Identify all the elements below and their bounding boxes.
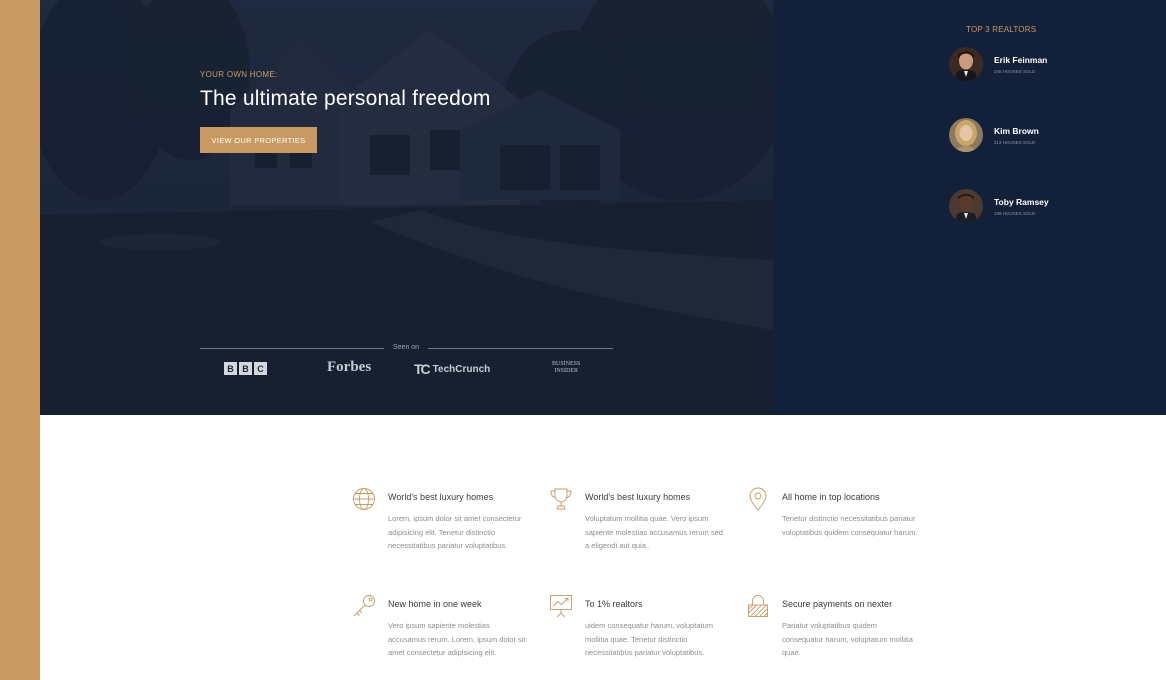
realtor-houses-sold: 212 HOUSES SOLD [994, 139, 1036, 145]
feature-title: All home in top locations [782, 492, 880, 502]
bbc-logo: B B C [224, 362, 267, 375]
realtor-card[interactable]: Kim Brown 212 HOUSES SOLD [949, 118, 1039, 152]
avatar [949, 47, 983, 81]
feature-title: New home in one week [388, 599, 482, 609]
left-accent-strip [0, 0, 40, 680]
feature-description: Vero ipsum sapiente molestias accusamus … [388, 621, 526, 658]
avatar [949, 118, 983, 152]
feature-description: Lorem, ipsum dolor sit amet consectetur … [388, 514, 522, 551]
feature-description: Pariatur voluptatibus quidem consequatur… [782, 621, 913, 658]
realtors-title: TOP 3 REALTORS [966, 25, 1037, 34]
feature-title: Secure payments on nexter [782, 599, 893, 609]
seen-on-divider-right [428, 348, 613, 349]
realtor-houses-sold: 245 HOUSES SOLD [994, 68, 1036, 74]
seen-on-divider-left [200, 348, 384, 349]
realtor-name: Toby Ramsey [994, 196, 1049, 207]
hero-section: YOUR OWN HOME: The ultimate personal fre… [40, 0, 773, 415]
key-icon [353, 595, 375, 617]
map-pin-icon [749, 487, 767, 511]
hero-kicker: YOUR OWN HOME: [200, 70, 278, 79]
feature-title: To 1% realtors [585, 599, 643, 609]
trophy-icon [550, 488, 572, 510]
chart-presentation-icon [550, 595, 572, 618]
techcrunch-logo: TC TechCrunch [414, 361, 490, 377]
forbes-logo: Forbes [327, 359, 372, 375]
seen-on-label: Seen on [393, 344, 420, 351]
view-properties-button[interactable]: VIEW OUR PROPERTIES [200, 127, 317, 153]
business-insider-logo: BUSINESS INSIDER [552, 361, 581, 374]
feature-title: World's best luxury homes [585, 492, 691, 502]
realtor-card[interactable]: Toby Ramsey 198 HOUSES SOLD [949, 189, 1049, 223]
avatar [949, 189, 983, 223]
hero-dark-overlay [40, 0, 773, 415]
feature-title: World's best luxury homes [388, 492, 494, 502]
techcrunch-wordmark: TechCrunch [432, 363, 491, 375]
feature-description: Voluptatum mollitia quae. Vero ipsum sap… [585, 514, 723, 551]
techcrunch-mark: TC [414, 361, 431, 377]
feature-description: uidem consequatur harum, voluptatum moll… [585, 621, 713, 658]
realtor-card[interactable]: Erik Feinman 245 HOUSES SOLD [949, 47, 1047, 81]
top-realtors-panel: TOP 3 REALTORS Erik Feinman 245 HOUSES S… [773, 0, 1166, 415]
realtor-name: Kim Brown [994, 125, 1039, 136]
hero-headline: The ultimate personal freedom [200, 87, 491, 110]
globe-icon [353, 488, 375, 510]
lock-icon [748, 595, 768, 617]
realtor-name: Erik Feinman [994, 54, 1048, 65]
feature-description: Tenetur distinctio necessitatibus pariat… [782, 514, 918, 537]
realtor-houses-sold: 198 HOUSES SOLD [994, 210, 1036, 216]
